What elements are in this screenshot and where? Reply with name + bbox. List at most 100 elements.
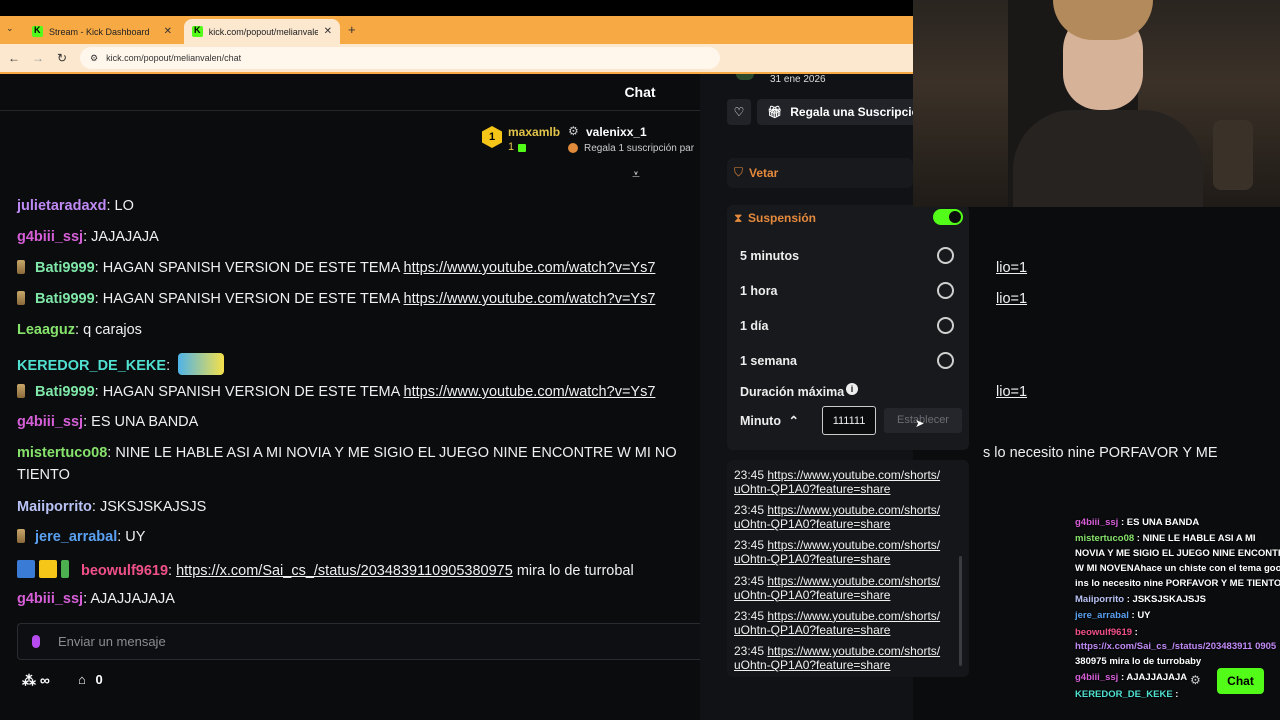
history-link-continued[interactable]: uOhtn-QP1A0?feature=share — [734, 623, 890, 637]
timeout-toggle[interactable] — [933, 209, 963, 225]
overlay-text: : JSKSJSKAJSJS — [1124, 594, 1206, 605]
option-1-hour[interactable]: 1 hora — [740, 284, 778, 298]
shield-icon: ⛉ — [734, 165, 744, 179]
history-link-continued[interactable]: uOhtn-QP1A0?feature=share — [734, 658, 890, 672]
history-link[interactable]: https://www.youtube.com/shorts/ — [767, 538, 940, 552]
gift-sub-label: Regala una Suscripción — [790, 105, 913, 119]
history-link-continued[interactable]: uOhtn-QP1A0?feature=share — [734, 517, 890, 531]
forward-arrow-icon[interactable]: → — [26, 51, 50, 65]
message-username[interactable]: Bati9999 — [35, 384, 95, 400]
message-link[interactable]: https://x.com/Sai_cs_/status/20348391109… — [176, 563, 513, 579]
option-1-week[interactable]: 1 semana — [740, 354, 797, 368]
radio-1-hour[interactable] — [937, 282, 954, 299]
user-moderation-panel: 31 ene 2026 ♡ 🎁︎ Regala una Suscripción … — [700, 74, 969, 720]
pinned-user-2[interactable]: valenixx_1 — [586, 125, 647, 139]
radio-1-week[interactable] — [937, 352, 954, 369]
ban-label: Vetar — [749, 166, 779, 180]
overlay-chat-line: g4biii_ssj : AJAJJAJAJA — [1075, 672, 1187, 683]
option-5-minutes[interactable]: 5 minutos — [740, 249, 799, 263]
message-overflow-text[interactable]: lio=1 — [996, 260, 1027, 276]
option-1-day[interactable]: 1 día — [740, 319, 769, 333]
message-username[interactable]: Leaaguz — [17, 322, 75, 338]
divider — [0, 110, 700, 111]
tab-close-icon[interactable]: ✕ — [164, 26, 172, 37]
tab-kick-popout[interactable]: kick.com/popout/melianvalen/c ✕ — [184, 19, 340, 44]
avatar — [736, 74, 754, 80]
info-icon[interactable]: i — [846, 383, 858, 395]
history-link[interactable]: https://www.youtube.com/shorts/ — [767, 503, 940, 517]
follow-heart-button[interactable]: ♡ — [727, 99, 751, 125]
message-input[interactable]: Enviar un mensaje — [17, 623, 700, 660]
new-tab-button[interactable]: + — [348, 22, 356, 37]
microphone-icon[interactable] — [32, 635, 40, 648]
overlay-text: NOVIA Y ME SIGIO EL JUEGO NINE ENCONTRE — [1075, 548, 1280, 559]
pinned-user-1[interactable]: maxamlb — [508, 125, 560, 139]
ban-row[interactable]: ⛉ Vetar — [727, 158, 913, 188]
history-link-continued[interactable]: uOhtn-QP1A0?feature=share — [734, 552, 890, 566]
settings-gear-icon[interactable]: ⚙ — [1190, 673, 1201, 687]
tab-list-chevron-icon[interactable]: ⌄ — [6, 23, 14, 34]
message-username[interactable]: g4biii_ssj — [17, 591, 83, 607]
unit-select[interactable]: Minuto ⌃ — [740, 409, 814, 434]
message-username[interactable]: g4biii_ssj — [17, 414, 83, 430]
message-text: NINE LE HABLE ASI A MI NOVIA Y ME SIGIO … — [115, 445, 677, 461]
message-username[interactable]: beowulf9619 — [81, 563, 168, 579]
gift-sub-icon — [568, 143, 578, 153]
message-username[interactable]: g4biii_ssj — [17, 229, 83, 245]
message-username[interactable]: Bati9999 — [35, 260, 95, 276]
reload-icon[interactable]: ↻ — [50, 51, 74, 65]
chat-popout: Chat 1 maxamlb 1 ⚙ valenixx_1 Regala 1 s… — [0, 74, 700, 720]
history-link-continued[interactable]: uOhtn-QP1A0?feature=share — [734, 588, 890, 602]
crown-badge-icon — [39, 560, 57, 578]
history-link[interactable]: https://www.youtube.com/shorts/ — [767, 644, 940, 658]
overlay-chat-line: jere_arrabal : UY — [1075, 610, 1151, 621]
message-text: q carajos — [83, 322, 142, 338]
kick-favicon-icon — [192, 25, 203, 37]
message-username[interactable]: Maiiporrito — [17, 499, 92, 515]
follow-date: 31 ene 2026 — [770, 74, 826, 85]
hourglass-icon: ⧗ — [734, 211, 743, 225]
overlay-chat-button[interactable]: Chat — [1217, 668, 1264, 694]
history-link[interactable]: https://www.youtube.com/shorts/ — [767, 468, 940, 482]
store-button[interactable]: ⌂ 0 — [78, 672, 103, 687]
chat-message: Bati9999: HAGAN SPANISH VERSION DE ESTE … — [17, 384, 655, 400]
message-link[interactable]: https://www.youtube.com/watch?v=Ys7 — [404, 260, 656, 276]
tab-close-icon[interactable]: ✕ — [324, 26, 332, 37]
radio-1-day[interactable] — [937, 317, 954, 334]
history-time: 23:45 — [734, 573, 765, 588]
scroll-down-icon[interactable]: ⩡ — [632, 166, 640, 183]
overlay-chat-line: NOVIA Y ME SIGIO EL JUEGO NINE ENCONTRE — [1075, 548, 1280, 559]
gift-subscription-button[interactable]: 🎁︎ Regala una Suscripción — [757, 99, 913, 125]
message-overflow-text[interactable]: lio=1 — [996, 291, 1027, 307]
timeout-card: ⧗ Suspensión 5 minutos 1 hora 1 día 1 se… — [727, 205, 969, 450]
message-username[interactable]: KEREDOR_DE_KEKE — [17, 358, 166, 374]
message-separator: : — [166, 358, 175, 374]
message-overflow-text: s lo necesito nine PORFAVOR Y ME — [983, 445, 1218, 461]
message-username[interactable]: Bati9999 — [35, 291, 95, 307]
overlay-text: https://x.com/Sai_cs_/status/203483911 0… — [1075, 641, 1277, 652]
back-arrow-icon[interactable]: ← — [2, 51, 26, 65]
duration-input[interactable] — [822, 406, 876, 435]
history-time: 23:45 — [734, 468, 765, 482]
tab-kick-dashboard[interactable]: Stream - Kick Dashboard ✕ — [24, 19, 180, 44]
history-link[interactable]: https://www.youtube.com/shorts/ — [767, 609, 940, 623]
site-info-icon[interactable]: ⚙ — [90, 53, 98, 64]
message-link[interactable]: https://www.youtube.com/watch?v=Ys7 — [404, 384, 656, 400]
radio-5-minutes[interactable] — [937, 247, 954, 264]
history-scrollbar[interactable] — [959, 556, 962, 666]
message-text: UY — [125, 529, 146, 545]
channel-points[interactable]: ⁂ ∞ — [22, 672, 50, 689]
message-username[interactable]: julietaradaxd — [17, 198, 106, 214]
gear-badge-icon: ⚙ — [568, 124, 579, 138]
history-link[interactable]: https://www.youtube.com/shorts/ — [767, 574, 940, 588]
history-link-continued[interactable]: uOhtn-QP1A0?feature=share — [734, 482, 890, 496]
chat-message: Leaaguz: q carajos — [17, 322, 142, 338]
message-separator: : — [106, 198, 115, 214]
heart-icon: ♡ — [733, 105, 745, 119]
message-username[interactable]: mistertuco08 — [17, 445, 107, 461]
message-overflow-text[interactable]: lio=1 — [996, 384, 1027, 400]
message-username[interactable]: jere_arrabal — [35, 529, 117, 545]
message-text: mira lo de turrobal — [512, 563, 634, 579]
message-link[interactable]: https://www.youtube.com/watch?v=Ys7 — [404, 291, 656, 307]
url-field[interactable]: ⚙ kick.com/popout/melianvalen/chat — [80, 47, 720, 69]
